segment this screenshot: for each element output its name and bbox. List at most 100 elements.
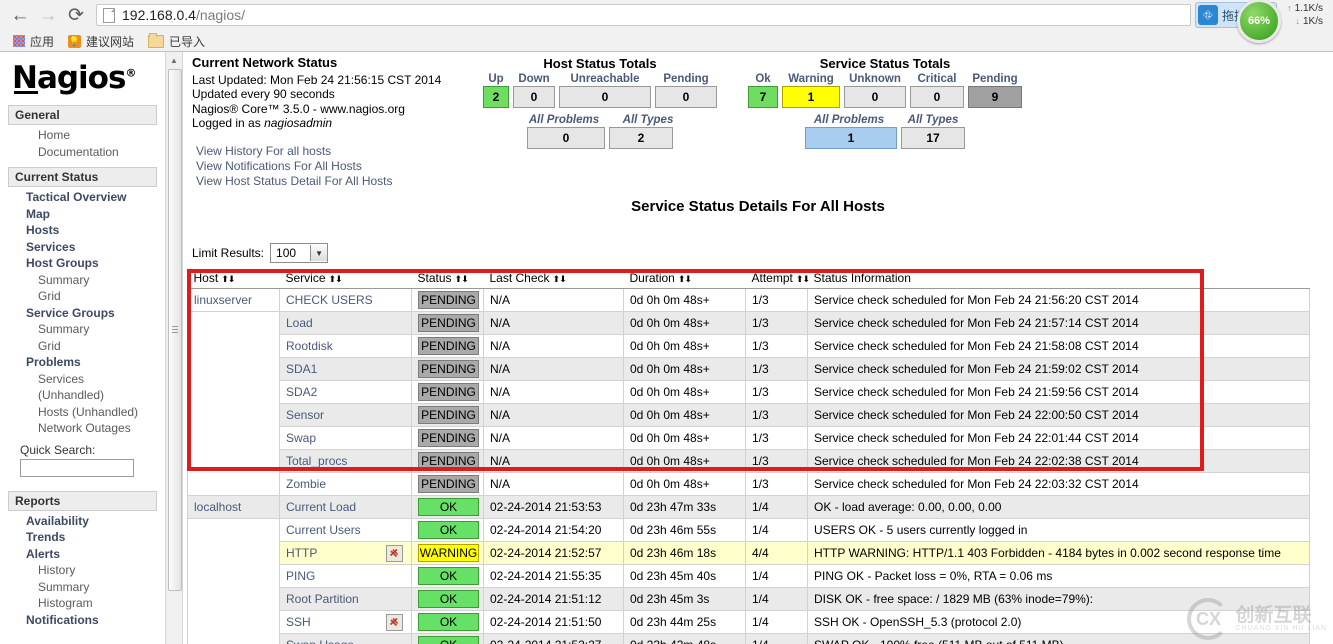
- sidebar-item-network-outages[interactable]: Network Outages: [0, 420, 165, 437]
- link-view-history[interactable]: View History For all hosts: [192, 144, 441, 159]
- host-count-pending[interactable]: 0: [655, 86, 717, 108]
- sidebar-item-service-groups[interactable]: Service Groups: [0, 305, 165, 322]
- cell-service[interactable]: Load: [279, 311, 412, 335]
- host-link[interactable]: linuxserver: [194, 293, 252, 307]
- column-header-duration[interactable]: Duration ⬆⬇: [623, 269, 746, 289]
- cell-service[interactable]: PING: [279, 564, 412, 588]
- sort-arrows-icon[interactable]: ⬆⬇: [678, 274, 692, 284]
- host-all-problems-count[interactable]: 0: [527, 127, 605, 149]
- column-header-attempt[interactable]: Attempt ⬆⬇: [745, 269, 810, 289]
- cell-service[interactable]: SDA2: [279, 380, 412, 404]
- address-bar[interactable]: 192.168.0.4/nagios/: [96, 4, 1191, 26]
- service-link[interactable]: SDA2: [286, 385, 317, 399]
- service-header-ok[interactable]: Ok: [748, 73, 778, 85]
- sidebar-item-hosts-unhandled[interactable]: Hosts (Unhandled): [0, 404, 165, 421]
- sidebar-item-map[interactable]: Map: [0, 206, 165, 223]
- cell-service[interactable]: CHECK USERS: [279, 288, 412, 312]
- sidebar-item-alert-history[interactable]: History: [0, 562, 165, 579]
- sidebar-item-home[interactable]: Home: [0, 127, 165, 144]
- cell-service[interactable]: Total_procs: [279, 449, 412, 473]
- column-header-service[interactable]: Service ⬆⬇: [279, 269, 412, 289]
- service-link[interactable]: Load: [286, 316, 313, 330]
- sidebar-item-documentation[interactable]: Documentation: [0, 144, 165, 161]
- back-icon[interactable]: ←: [6, 1, 34, 29]
- cell-service[interactable]: Root Partition: [279, 587, 412, 611]
- cell-service[interactable]: Swap: [279, 426, 412, 450]
- service-link[interactable]: SSH: [286, 615, 311, 629]
- host-header-pending[interactable]: Pending: [655, 73, 717, 85]
- bookmark-suggested-sites[interactable]: 💡 建议网站: [63, 32, 139, 51]
- service-link[interactable]: HTTP: [286, 546, 317, 560]
- forward-icon[interactable]: →: [34, 1, 62, 29]
- service-link[interactable]: Zombie: [286, 477, 326, 491]
- quick-search-input[interactable]: [20, 458, 134, 477]
- host-count-down[interactable]: 0: [513, 86, 555, 108]
- service-link[interactable]: Swap Usage: [286, 638, 354, 644]
- service-link[interactable]: PING: [286, 569, 315, 583]
- sidebar-item-trends[interactable]: Trends: [0, 529, 165, 546]
- host-link[interactable]: localhost: [194, 500, 241, 514]
- sidebar-item-alert-summary[interactable]: Summary: [0, 579, 165, 596]
- notifications-disabled-icon[interactable]: [386, 544, 403, 562]
- sort-arrows-icon[interactable]: ⬆⬇: [553, 274, 567, 284]
- sidebar-item-alerts[interactable]: Alerts: [0, 546, 165, 563]
- cell-service[interactable]: HTTP: [279, 541, 412, 565]
- service-header-critical[interactable]: Critical: [910, 73, 964, 85]
- host-count-up[interactable]: 2: [483, 86, 509, 108]
- service-count-pending[interactable]: 9: [968, 86, 1022, 108]
- sidebar-item-problem-unhandled[interactable]: (Unhandled): [0, 387, 165, 404]
- cell-host[interactable]: localhost: [187, 495, 280, 519]
- bookmark-imported[interactable]: 已导入: [143, 32, 210, 51]
- cell-service[interactable]: Current Load: [279, 495, 412, 519]
- service-count-unknown[interactable]: 0: [844, 86, 906, 108]
- sidebar-item-servicegroup-grid[interactable]: Grid: [0, 338, 165, 355]
- cell-service[interactable]: Sensor: [279, 403, 412, 427]
- limit-results-select[interactable]: 100 ▼: [270, 243, 329, 263]
- cell-service[interactable]: Swap Usage: [279, 633, 412, 644]
- sidebar-item-host-groups[interactable]: Host Groups: [0, 255, 165, 272]
- service-link[interactable]: CHECK USERS: [286, 293, 373, 307]
- host-count-unreachable[interactable]: 0: [559, 86, 651, 108]
- service-link[interactable]: Total_procs: [286, 454, 347, 468]
- chevron-down-icon[interactable]: ▼: [310, 245, 328, 261]
- sidebar-item-tactical-overview[interactable]: Tactical Overview: [0, 189, 165, 206]
- sort-arrows-icon[interactable]: ⬆⬇: [221, 274, 235, 284]
- scrollbar-thumb[interactable]: [168, 69, 182, 591]
- service-link[interactable]: Current Users: [286, 523, 361, 537]
- link-view-notifications[interactable]: View Notifications For All Hosts: [192, 159, 441, 174]
- service-link[interactable]: Current Load: [286, 500, 356, 514]
- sidebar-item-hosts[interactable]: Hosts: [0, 222, 165, 239]
- service-count-ok[interactable]: 7: [748, 86, 778, 108]
- cell-service[interactable]: Current Users: [279, 518, 412, 542]
- sidebar-item-availability[interactable]: Availability: [0, 513, 165, 530]
- sidebar-item-services[interactable]: Services: [0, 239, 165, 256]
- column-header-host[interactable]: Host ⬆⬇: [187, 269, 280, 289]
- service-link[interactable]: Swap: [286, 431, 316, 445]
- sidebar-item-hostgroup-grid[interactable]: Grid: [0, 288, 165, 305]
- column-header-last-check[interactable]: Last Check ⬆⬇: [483, 269, 624, 289]
- sort-arrows-icon[interactable]: ⬆⬇: [329, 274, 343, 284]
- service-link[interactable]: Rootdisk: [286, 339, 333, 353]
- service-count-critical[interactable]: 0: [910, 86, 964, 108]
- cell-host[interactable]: linuxserver: [187, 288, 280, 312]
- cell-service[interactable]: SSH: [279, 610, 412, 634]
- host-header-unreachable[interactable]: Unreachable: [559, 73, 651, 85]
- service-link[interactable]: Root Partition: [286, 592, 359, 606]
- service-header-warning[interactable]: Warning: [782, 73, 840, 85]
- reload-icon[interactable]: ⟳: [62, 1, 90, 29]
- cell-service[interactable]: Rootdisk: [279, 334, 412, 358]
- sidebar-item-problem-services[interactable]: Services: [0, 371, 165, 388]
- service-header-pending[interactable]: Pending: [968, 73, 1022, 85]
- service-count-warning[interactable]: 1: [782, 86, 840, 108]
- network-speed-badge[interactable]: 66%: [1237, 0, 1281, 43]
- sort-arrows-icon[interactable]: ⬆⬇: [796, 274, 810, 284]
- sidebar-scrollbar[interactable]: ▲: [165, 52, 183, 644]
- bookmark-apps[interactable]: 应用: [8, 32, 59, 51]
- link-view-host-status-detail[interactable]: View Host Status Detail For All Hosts: [192, 174, 441, 189]
- cell-service[interactable]: SDA1: [279, 357, 412, 381]
- service-all-types-count[interactable]: 17: [901, 127, 965, 149]
- sidebar-item-alert-histogram[interactable]: Histogram: [0, 595, 165, 612]
- sidebar-item-problems[interactable]: Problems: [0, 354, 165, 371]
- host-header-down[interactable]: Down: [513, 73, 555, 85]
- sidebar-item-servicegroup-summary[interactable]: Summary: [0, 321, 165, 338]
